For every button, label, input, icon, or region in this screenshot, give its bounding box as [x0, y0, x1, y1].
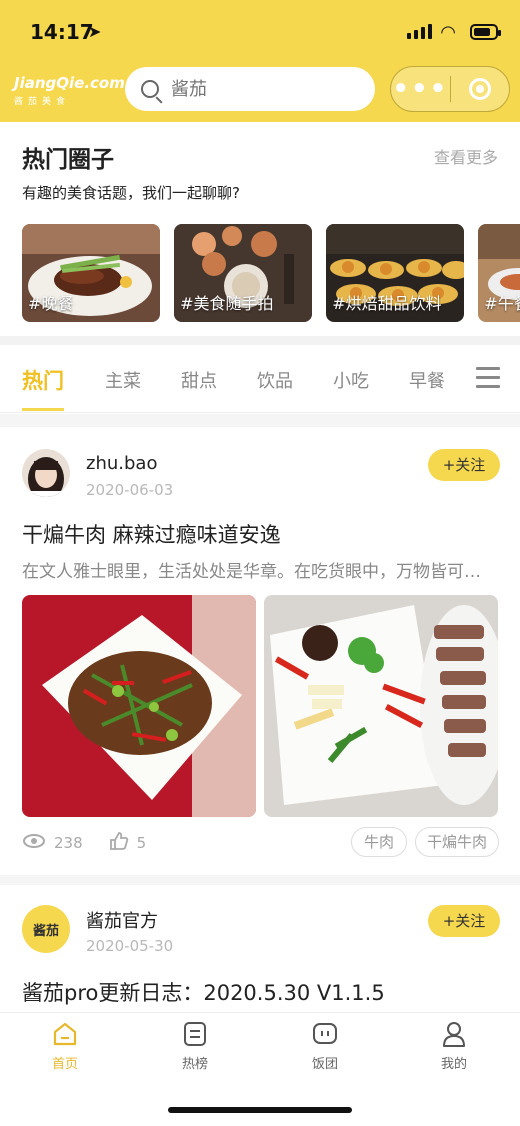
ingredients-image: [264, 595, 498, 817]
more-options-icon[interactable]: •••: [391, 76, 450, 102]
signal-icon: [407, 24, 432, 39]
post-title[interactable]: 干煸牛肉 麻辣过瘾味道安逸: [22, 519, 281, 549]
tab-snacks[interactable]: 小吃: [333, 367, 369, 393]
section-divider: [0, 414, 520, 427]
tab-label: 饭团: [311, 1057, 338, 1072]
follow-button[interactable]: +关注: [428, 905, 500, 937]
status-time: 14:17: [30, 20, 94, 44]
top-header: 14:17 ➤ ◠ JiangQie.com 酱茄美食 •••: [0, 0, 520, 122]
miniprogram-capsule: •••: [390, 66, 510, 112]
hot-list-icon: [182, 1021, 208, 1047]
post-date: 2020-06-03: [86, 481, 174, 499]
views-count: 238: [54, 834, 83, 852]
search-icon: [141, 80, 159, 98]
post-title[interactable]: 酱茄pro更新日志：2020.5.30 V1.1.5: [22, 977, 385, 1007]
post-date: 2020-05-30: [86, 937, 174, 955]
circle-card-dinner[interactable]: #晚餐: [22, 224, 160, 322]
post-stats: 238 5: [22, 831, 146, 855]
tab-label: 首页: [51, 1057, 78, 1072]
section-title: 热门圈子: [22, 147, 114, 173]
tab-hot[interactable]: 热门: [22, 365, 64, 411]
tab-label: 热榜: [181, 1057, 208, 1072]
section-divider: [0, 336, 520, 345]
home-icon: [52, 1021, 78, 1047]
tab-main-dish[interactable]: 主菜: [105, 367, 141, 393]
tab-group[interactable]: 饭团: [285, 1021, 365, 1072]
post-username[interactable]: 酱茄官方: [86, 907, 158, 933]
tab-label: 我的: [440, 1057, 467, 1072]
dry-fried-beef-image: [22, 595, 256, 817]
like-icon[interactable]: [109, 831, 129, 855]
follow-button[interactable]: +关注: [428, 449, 500, 481]
close-miniprogram-icon[interactable]: [450, 78, 509, 100]
view-more-link[interactable]: 查看更多: [434, 144, 498, 168]
avatar[interactable]: [22, 449, 70, 497]
group-icon: [312, 1021, 338, 1047]
post-username[interactable]: zhu.bao: [86, 453, 157, 474]
logo-sub-text: 酱茄美食: [14, 97, 71, 107]
likes-count: 5: [136, 834, 147, 852]
user-icon: [441, 1021, 467, 1047]
post-image[interactable]: [264, 595, 498, 817]
tab-hot-list[interactable]: 热榜: [155, 1021, 235, 1072]
app-logo[interactable]: JiangQie.com 酱茄美食: [14, 74, 125, 107]
circle-cards: #晚餐 #美食随手拍 #烘焙甜品饮料 #午: [22, 224, 520, 322]
logo-main-text: JiangQie.com: [14, 74, 125, 92]
avatar[interactable]: 酱茄: [22, 905, 70, 953]
views-icon: [22, 833, 46, 853]
search-input[interactable]: [171, 78, 351, 100]
battery-icon: [470, 24, 501, 40]
circle-label: #午餐: [484, 294, 520, 313]
post-image[interactable]: [22, 595, 256, 817]
tab-dessert[interactable]: 甜点: [181, 367, 217, 393]
hot-circles-section: 热门圈子 查看更多 有趣的美食话题，我们一起聊聊? #晚餐 #美食随手拍 #烘焙…: [0, 122, 520, 336]
post-card[interactable]: zhu.bao 2020-06-03 +关注 干煸牛肉 麻辣过瘾味道安逸 在文人…: [0, 427, 520, 875]
home-indicator[interactable]: [168, 1107, 352, 1113]
post-card[interactable]: 酱茄 酱茄官方 2020-05-30 +关注 酱茄pro更新日志：2020.5.…: [0, 885, 520, 1012]
status-bar: 14:17 ➤ ◠: [0, 0, 520, 60]
category-tabs: 热门 主菜 甜点 饮品 小吃 早餐: [0, 345, 520, 413]
search-bar[interactable]: [125, 67, 375, 111]
avatar-image: [22, 449, 70, 497]
category-menu-icon[interactable]: [476, 367, 500, 394]
tab-mine[interactable]: 我的: [414, 1021, 494, 1072]
avatar-text: 酱茄: [32, 923, 59, 939]
circle-label: #晚餐: [28, 294, 74, 313]
circle-card-lunch[interactable]: #午餐: [478, 224, 520, 322]
circle-label: #美食随手拍: [180, 294, 274, 313]
section-divider: [0, 875, 520, 885]
wifi-icon: ◠: [440, 22, 456, 43]
circle-card-snapshot[interactable]: #美食随手拍: [174, 224, 313, 322]
location-arrow-icon: ➤: [88, 22, 102, 41]
tab-breakfast[interactable]: 早餐: [409, 367, 445, 393]
tab-home[interactable]: 首页: [25, 1021, 105, 1072]
circle-label: #烘焙甜品饮料: [332, 294, 442, 313]
post-excerpt: 在文人雅士眼里，生活处处是华章。在吃货眼中，万物皆可…: [22, 562, 481, 582]
circle-card-baking[interactable]: #烘焙甜品饮料: [326, 224, 465, 322]
post-tag[interactable]: 牛肉: [351, 827, 407, 857]
tab-drinks[interactable]: 饮品: [257, 367, 293, 393]
post-tag[interactable]: 干煸牛肉: [415, 827, 499, 857]
section-subtitle: 有趣的美食话题，我们一起聊聊?: [22, 184, 240, 202]
